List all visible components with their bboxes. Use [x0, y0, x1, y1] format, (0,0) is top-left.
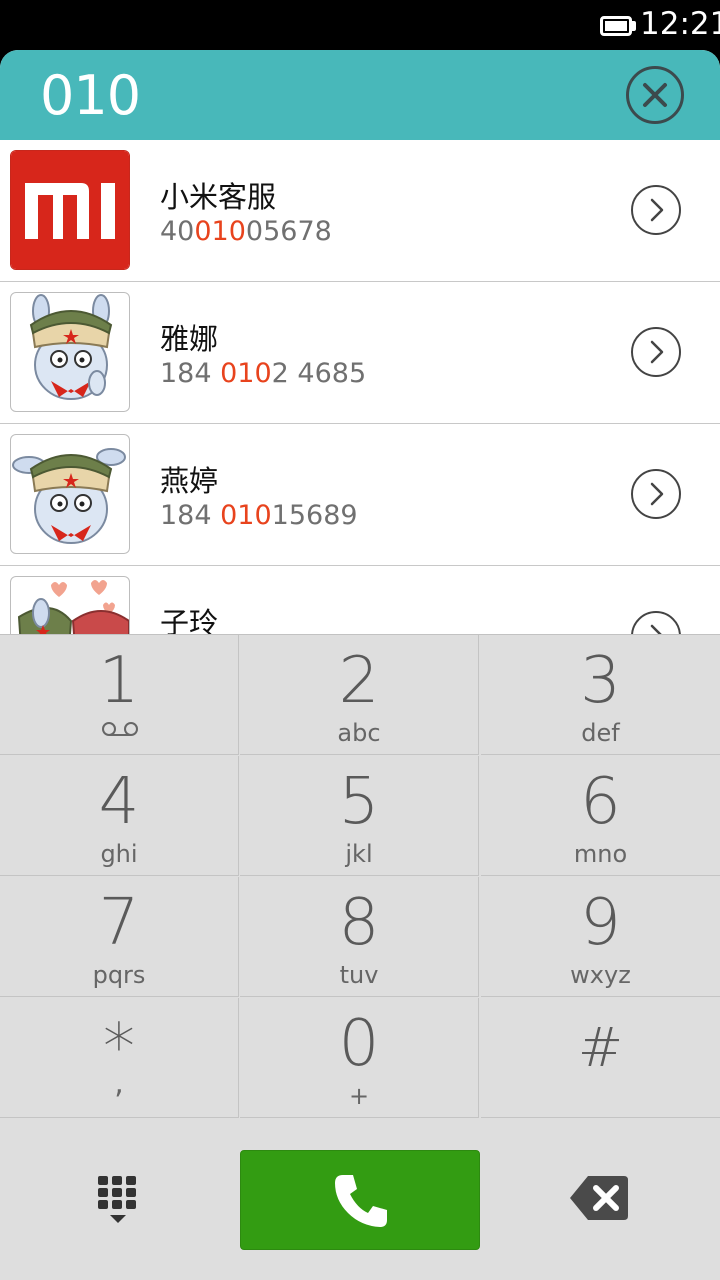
key-2[interactable]: 2 abc	[240, 635, 479, 755]
contact-row[interactable]: 燕婷 184 01015689	[0, 424, 720, 566]
chevron-right-icon	[650, 482, 664, 506]
dialer-header: 010	[0, 50, 720, 140]
contact-avatar	[10, 576, 130, 634]
key-6[interactable]: 6 mno	[481, 756, 720, 876]
key-hash[interactable]: #	[481, 998, 720, 1118]
backspace-icon	[570, 1176, 628, 1220]
clear-button[interactable]	[626, 66, 684, 124]
backspace-button[interactable]	[568, 1174, 630, 1222]
contact-number: 4001005678	[160, 216, 332, 247]
chevron-right-icon	[650, 624, 662, 634]
key-3[interactable]: 3 def	[481, 635, 720, 755]
contact-avatar	[10, 150, 130, 270]
contact-results-list[interactable]: 小米客服 4001005678 雅娜 184 0102 4685 燕婷 184 …	[0, 140, 720, 634]
contact-row[interactable]: 子玲	[0, 566, 720, 634]
chevron-right-icon	[650, 340, 664, 364]
contact-detail-button[interactable]	[631, 185, 681, 235]
key-7[interactable]: 7 pqrs	[0, 877, 239, 997]
key-0[interactable]: 0 +	[240, 998, 479, 1118]
contact-name: 小米客服	[160, 180, 277, 214]
clear-circle-icon	[643, 83, 667, 107]
number-match-highlight: 010	[194, 216, 246, 247]
contact-detail-button[interactable]	[631, 469, 681, 519]
key-8[interactable]: 8 tuv	[240, 877, 479, 997]
mi-logo-icon	[11, 151, 129, 269]
phone-icon	[335, 1175, 387, 1227]
key-1[interactable]: 1	[0, 635, 239, 755]
status-time: 12:21	[640, 6, 720, 42]
contact-name: 雅娜	[160, 322, 219, 356]
number-match-highlight: 010	[220, 500, 272, 531]
key-star[interactable]: * ,	[0, 998, 239, 1118]
contact-detail-button[interactable]	[631, 327, 681, 377]
contact-detail-button[interactable]	[631, 611, 681, 634]
mitu-bunny-icon	[29, 294, 113, 400]
voicemail-icon	[102, 722, 138, 736]
mitu-bunny-icon	[12, 448, 126, 544]
key-4[interactable]: 4 ghi	[0, 756, 239, 876]
call-button[interactable]	[240, 1150, 480, 1250]
key-9[interactable]: 9 wxyz	[481, 877, 720, 997]
mitu-bunny-hearts-icon	[17, 580, 129, 634]
dial-keypad: 1 2 abc 3 def 4 ghi 5 jkl 6 mno 7 pqrs 8…	[0, 634, 720, 1119]
contact-row[interactable]: 雅娜 184 0102 4685	[0, 282, 720, 424]
dialed-number: 010	[40, 64, 141, 127]
contact-name: 子玲	[160, 606, 219, 634]
dialer-app: 010 小米客服 4001005678 雅娜 184 0102 4685 燕婷 …	[0, 50, 720, 1280]
contact-row[interactable]: 小米客服 4001005678	[0, 140, 720, 282]
contact-avatar	[10, 292, 130, 412]
contact-avatar	[10, 434, 130, 554]
contact-name: 燕婷	[160, 464, 219, 498]
status-bar: 12:21	[0, 0, 720, 50]
battery-icon	[600, 16, 632, 36]
dialpad-toggle-button[interactable]	[92, 1172, 144, 1226]
dialer-action-bar	[0, 1118, 720, 1280]
battery-tip	[632, 21, 636, 31]
key-5[interactable]: 5 jkl	[240, 756, 479, 876]
number-match-highlight: 010	[220, 358, 272, 389]
chevron-right-icon	[650, 198, 664, 222]
dialpad-hide-icon	[98, 1176, 136, 1223]
contact-number: 184 0102 4685	[160, 358, 367, 389]
contact-number: 184 01015689	[160, 500, 358, 531]
